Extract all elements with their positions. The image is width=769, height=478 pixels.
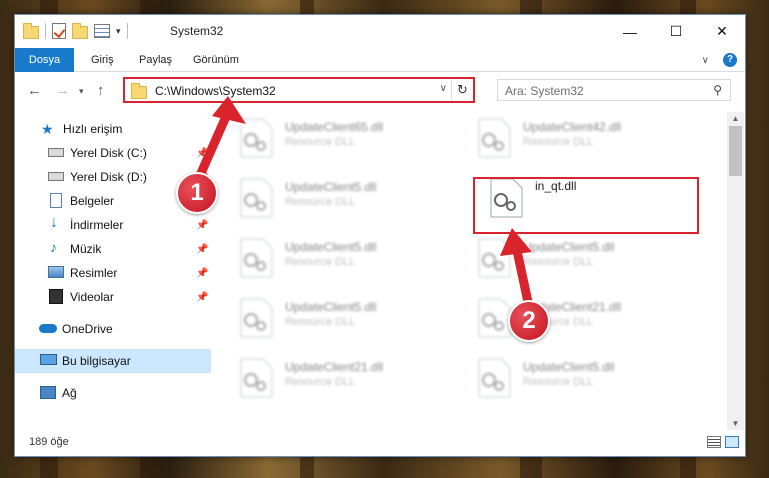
arrow-head-1 (212, 96, 246, 124)
arrow-to-address-bar (193, 107, 233, 185)
annotation-arrows (193, 96, 533, 307)
arrow-to-file (511, 241, 533, 307)
step-badge-2: 2 (508, 300, 550, 342)
arrow-head-2 (500, 228, 532, 256)
step-badge-1: 1 (176, 172, 218, 214)
